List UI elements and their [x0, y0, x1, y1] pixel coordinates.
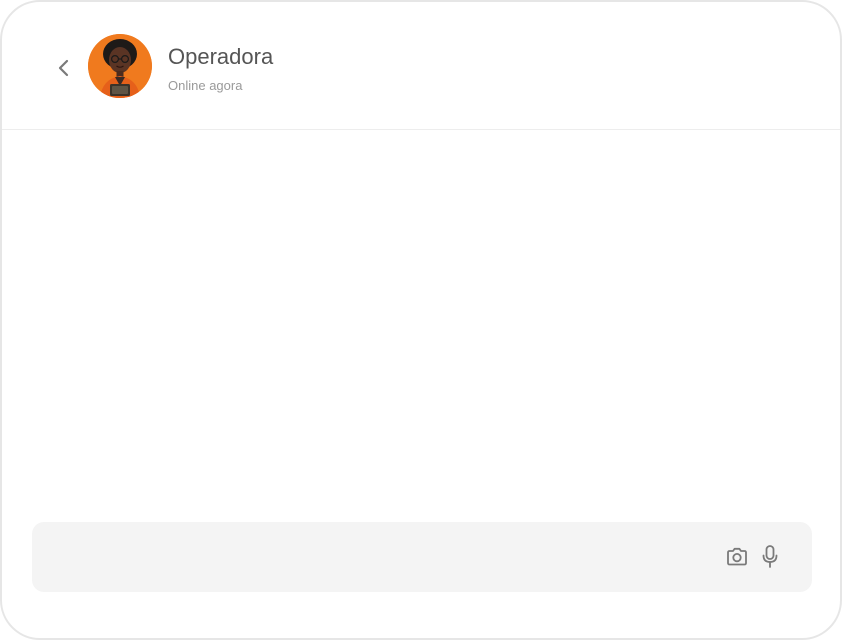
message-composer: [32, 522, 812, 594]
chat-header: Operadora Online agora: [2, 2, 840, 130]
camera-icon: [727, 547, 747, 566]
contact-status: Online agora: [168, 78, 243, 93]
message-input[interactable]: [50, 522, 714, 594]
avatar[interactable]: [88, 34, 152, 98]
chevron-left-icon: [58, 59, 69, 77]
chat-window: Operadora Online agora: [0, 0, 842, 640]
camera-button[interactable]: [724, 544, 750, 570]
message-list[interactable]: [2, 131, 840, 511]
operator-avatar-image: [88, 34, 152, 98]
contact-name: Operadora: [168, 44, 274, 69]
microphone-button[interactable]: [757, 544, 783, 570]
microphone-icon: [762, 545, 778, 568]
back-button[interactable]: [52, 54, 76, 82]
